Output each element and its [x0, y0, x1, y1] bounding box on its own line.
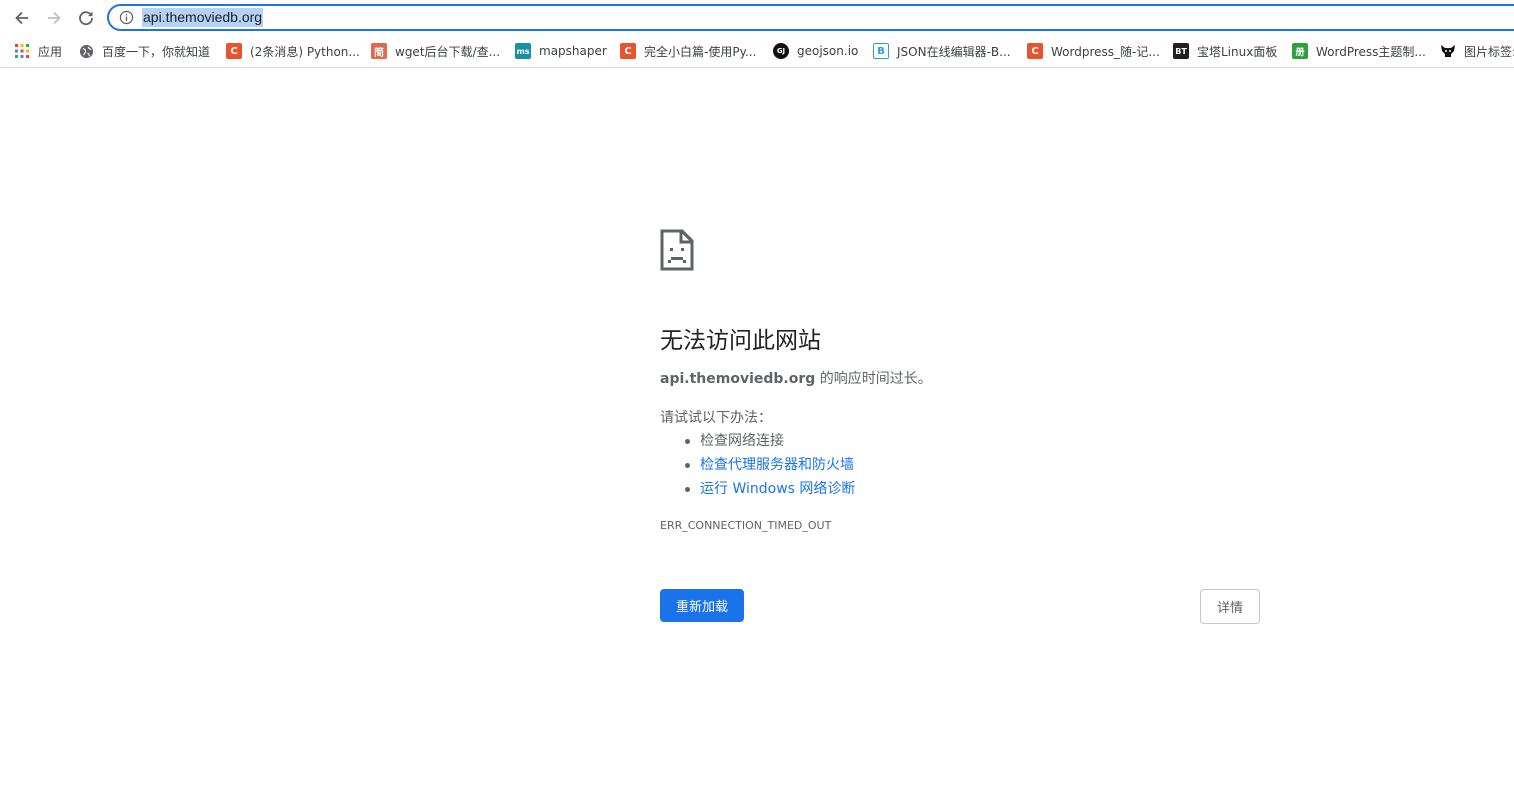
- bookmark-label: mapshaper: [539, 44, 607, 58]
- arrow-right-icon: [48, 11, 61, 25]
- bookmark-mapshaper[interactable]: ms mapshaper: [515, 41, 607, 61]
- error-title: 无法访问此网站: [660, 328, 821, 354]
- address-bar[interactable]: api.themoviedb.org: [107, 4, 1514, 31]
- bookmark-csdn-xiaobai[interactable]: C 完全小白篇-使用Py...: [620, 41, 756, 61]
- bt-panel-icon: BT: [1173, 43, 1189, 59]
- bookmark-bt-panel[interactable]: BT 宝塔Linux面板: [1173, 41, 1277, 61]
- bookmark-wordpress-theme[interactable]: 册 WordPress主题制...: [1292, 41, 1426, 61]
- bookmark-geojson[interactable]: GJ geojson.io: [773, 41, 858, 61]
- error-description: api.themoviedb.org 的响应时间过长。: [660, 368, 932, 388]
- error-code: ERR_CONNECTION_TIMED_OUT: [660, 519, 832, 532]
- bookmark-image-tags[interactable]: 图片标签:: [1440, 41, 1514, 61]
- bookmark-bejson[interactable]: B JSON在线编辑器-B...: [873, 41, 1011, 61]
- globe-icon: [78, 43, 94, 59]
- bookmark-apps[interactable]: 应用: [14, 41, 62, 61]
- back-button[interactable]: [10, 6, 34, 30]
- bookmark-label: 完全小白篇-使用Py...: [644, 44, 757, 59]
- error-host: api.themoviedb.org: [660, 371, 816, 387]
- info-icon[interactable]: [119, 10, 134, 25]
- csdn-icon: C: [620, 43, 636, 59]
- bookmark-label: WordPress主题制...: [1316, 44, 1426, 59]
- csdn-icon: C: [1027, 43, 1043, 59]
- reload-button[interactable]: 重新加载: [660, 589, 744, 622]
- bejson-icon: B: [873, 43, 889, 59]
- url-text[interactable]: api.themoviedb.org: [142, 8, 264, 27]
- suggestion-check-network: 检查网络连接: [684, 429, 855, 453]
- csdn-icon: C: [226, 43, 242, 59]
- apps-grid-icon: [14, 43, 30, 59]
- reload-page-button[interactable]: [74, 6, 98, 30]
- wolf-icon: [1440, 43, 1456, 59]
- mapshaper-icon: ms: [515, 43, 531, 59]
- refresh-icon: [79, 11, 93, 26]
- details-button[interactable]: 详情: [1200, 589, 1260, 624]
- bookmark-label: (2条消息) Python...: [250, 44, 360, 59]
- jianshu-icon: 简: [371, 43, 387, 59]
- error-description-suffix: 的响应时间过长。: [815, 371, 932, 387]
- bookmark-label: 图片标签:: [1464, 44, 1514, 59]
- bookmark-baidu[interactable]: 百度一下，你就知道: [78, 41, 210, 61]
- arrow-left-icon: [15, 11, 28, 25]
- geojson-icon: GJ: [773, 43, 789, 59]
- bookmark-label: 百度一下，你就知道: [102, 44, 211, 59]
- forward-button[interactable]: [42, 6, 66, 30]
- bookmark-label: 应用: [38, 44, 63, 59]
- suggestions-list: 检查网络连接 检查代理服务器和防火墙 运行 Windows 网络诊断: [660, 429, 855, 501]
- suggestion-network-diagnostics-link[interactable]: 运行 Windows 网络诊断: [684, 477, 855, 501]
- suggestion-check-proxy-link[interactable]: 检查代理服务器和防火墙: [684, 453, 855, 477]
- bookmarks-bar: 应用 百度一下，你就知道 C (2条消息) Python... 简 wget后台…: [0, 36, 1514, 68]
- bookmark-label: wget后台下载/查...: [395, 44, 501, 59]
- sad-document-icon: [660, 229, 694, 271]
- bookmark-jianshu-wget[interactable]: 简 wget后台下载/查...: [371, 41, 500, 61]
- bookmark-label: Wordpress_随-记...: [1051, 44, 1160, 59]
- browser-toolbar: api.themoviedb.org: [0, 0, 1514, 36]
- bookmark-label: geojson.io: [797, 44, 859, 58]
- bookmark-label: JSON在线编辑器-B...: [897, 44, 1011, 59]
- bookmark-label: 宝塔Linux面板: [1197, 44, 1278, 59]
- green-site-icon: 册: [1292, 43, 1308, 59]
- bookmark-csdn-python[interactable]: C (2条消息) Python...: [226, 41, 360, 61]
- suggestions-heading: 请试试以下办法：: [660, 410, 772, 426]
- bookmark-csdn-wordpress[interactable]: C Wordpress_随-记...: [1027, 41, 1160, 61]
